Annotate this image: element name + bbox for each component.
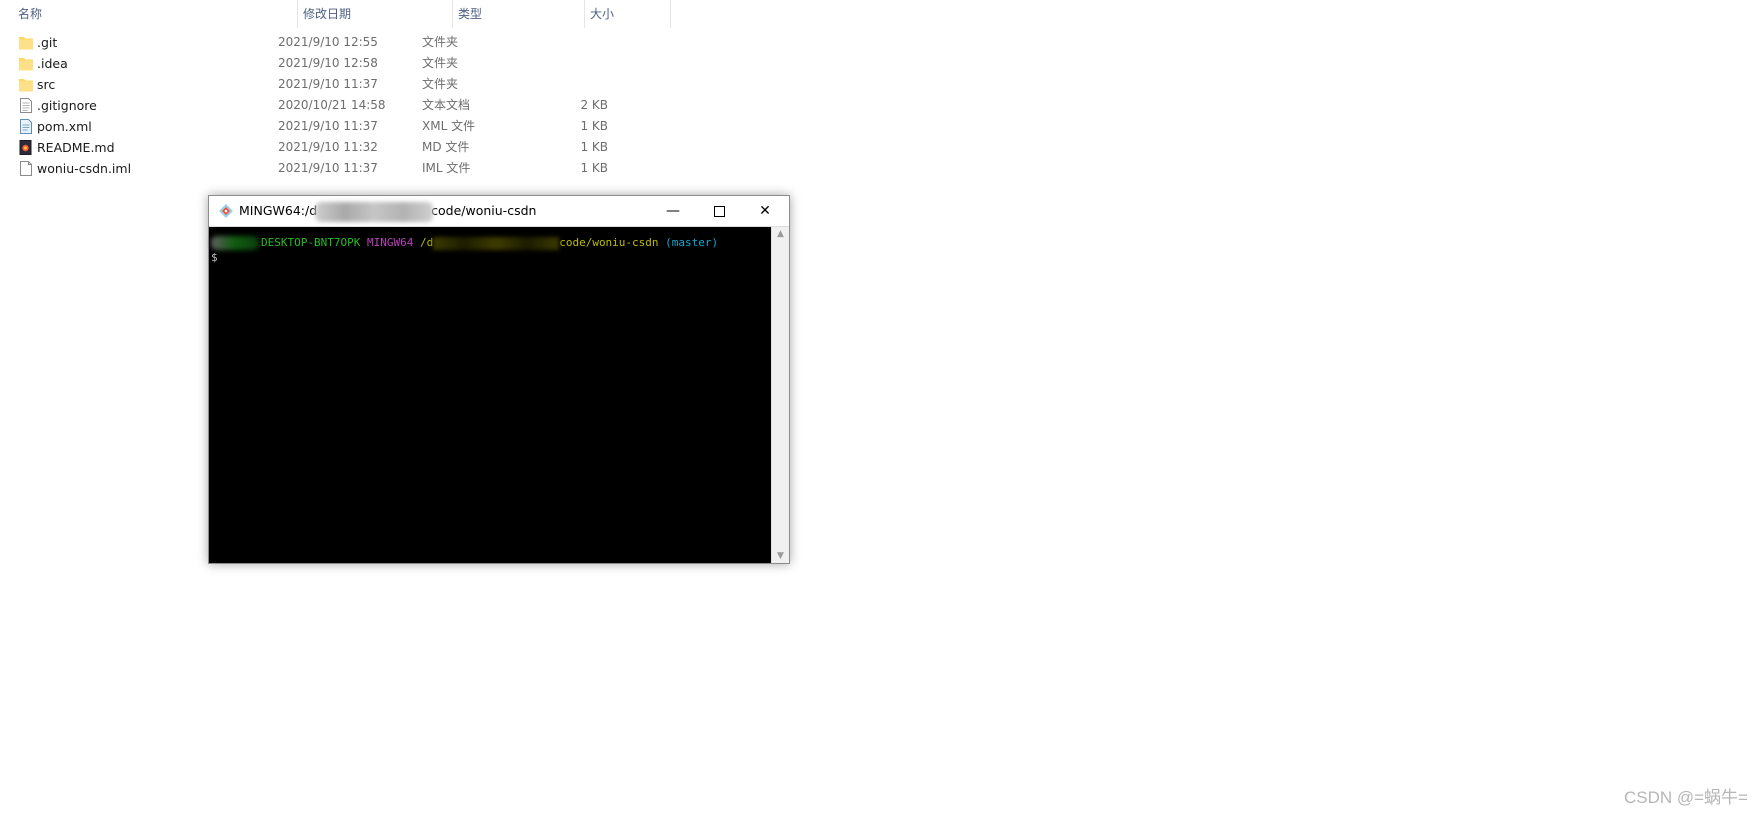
file-size: 1 KB bbox=[580, 119, 608, 133]
file-name: README.md bbox=[37, 140, 115, 155]
file-size bbox=[540, 74, 608, 95]
scroll-down-icon[interactable]: ▼ bbox=[772, 551, 789, 561]
xml-file-icon bbox=[20, 119, 32, 134]
column-type-header[interactable]: 类型 bbox=[452, 0, 584, 28]
folder-icon bbox=[19, 37, 33, 50]
file-name: .gitignore bbox=[37, 98, 97, 113]
file-size: 1 KB bbox=[580, 161, 608, 175]
close-icon: ✕ bbox=[759, 203, 771, 219]
file-type: 文件夹 bbox=[422, 77, 459, 91]
file-modified: 2021/9/10 11:32 bbox=[278, 140, 378, 154]
column-divider[interactable] bbox=[670, 0, 671, 28]
file-modified: 2021/9/10 11:37 bbox=[278, 119, 378, 133]
minimize-icon: — bbox=[666, 203, 680, 219]
file-row[interactable]: src 2021/9/10 11:37 文件夹 bbox=[0, 74, 620, 95]
file-row[interactable]: README.md 2021/9/10 11:32 MD 文件 1 KB bbox=[0, 137, 620, 158]
file-size bbox=[540, 32, 608, 53]
column-name-header[interactable]: 名称 bbox=[12, 0, 297, 28]
maximize-button[interactable] bbox=[696, 196, 742, 226]
git-bash-icon bbox=[219, 204, 233, 218]
title-suffix: code/woniu-csdn bbox=[431, 203, 537, 218]
column-header: 名称 ^ 修改日期 类型 大小 bbox=[0, 0, 671, 28]
redacted-path bbox=[433, 236, 560, 250]
file-row[interactable]: .gitignore 2020/10/21 14:58 文本文档 2 KB bbox=[0, 95, 620, 116]
prompt-env: MINGW64 bbox=[366, 236, 414, 249]
file-type: IML 文件 bbox=[422, 161, 471, 175]
prompt-host: DESKTOP-BNT7OPK bbox=[261, 236, 361, 249]
prompt-symbol: $ bbox=[211, 251, 218, 264]
file-size bbox=[540, 53, 608, 74]
file-name: .idea bbox=[37, 56, 68, 71]
file-type: MD 文件 bbox=[422, 140, 470, 154]
scroll-up-icon[interactable]: ▲ bbox=[772, 229, 789, 239]
file-modified: 2020/10/21 14:58 bbox=[278, 98, 386, 112]
watermark: CSDN @=蜗牛= bbox=[1623, 788, 1748, 807]
minimize-button[interactable]: — bbox=[650, 196, 696, 226]
column-size-header[interactable]: 大小 bbox=[584, 0, 670, 28]
maximize-icon bbox=[713, 205, 725, 217]
folder-icon bbox=[19, 79, 33, 92]
title-prefix: MINGW64:/d bbox=[239, 203, 318, 218]
file-name: woniu-csdn.iml bbox=[37, 161, 132, 176]
redacted-user bbox=[211, 236, 259, 250]
file-modified: 2021/9/10 11:37 bbox=[278, 161, 378, 175]
sort-ascending-icon: ^ bbox=[137, 0, 147, 5]
file-modified: 2021/9/10 12:55 bbox=[278, 35, 378, 49]
text-file-icon bbox=[20, 98, 32, 113]
file-size: 2 KB bbox=[580, 98, 608, 112]
file-size: 1 KB bbox=[580, 140, 608, 154]
markdown-file-icon bbox=[19, 140, 32, 155]
file-name: pom.xml bbox=[37, 119, 92, 134]
redacted-path bbox=[315, 201, 434, 222]
file-modified: 2021/9/10 12:58 bbox=[278, 56, 378, 70]
file-type: 文件夹 bbox=[422, 35, 459, 49]
file-name: .git bbox=[37, 35, 58, 50]
file-type: XML 文件 bbox=[422, 119, 476, 133]
blank-file-icon bbox=[20, 161, 32, 176]
window-title: MINGW64:/d code/woniu-csdn bbox=[239, 196, 536, 226]
prompt-path: /d code/woniu-csdn bbox=[419, 236, 659, 250]
terminal-console[interactable]: DESKTOP-BNT7OPK MINGW64 /d code/woniu-csd… bbox=[209, 227, 771, 563]
prompt-line: DESKTOP-BNT7OPK MINGW64 /d code/woniu-csd… bbox=[211, 236, 718, 250]
close-button[interactable]: ✕ bbox=[742, 196, 788, 226]
file-row[interactable]: .git 2021/9/10 12:55 文件夹 bbox=[0, 32, 620, 53]
window-titlebar[interactable]: MINGW64:/d code/woniu-csdn — ✕ bbox=[209, 196, 789, 227]
file-modified: 2021/9/10 11:37 bbox=[278, 77, 378, 91]
file-row[interactable]: woniu-csdn.iml 2021/9/10 11:37 IML 文件 1 … bbox=[0, 158, 620, 179]
file-name: src bbox=[37, 77, 56, 92]
terminal-scrollbar[interactable]: ▲ ▼ bbox=[771, 227, 789, 563]
file-row[interactable]: pom.xml 2021/9/10 11:37 XML 文件 1 KB bbox=[0, 116, 620, 137]
file-type: 文本文档 bbox=[422, 98, 471, 112]
prompt-branch: (master) bbox=[665, 236, 719, 249]
file-type: 文件夹 bbox=[422, 56, 459, 70]
file-row[interactable]: .idea 2021/9/10 12:58 文件夹 bbox=[0, 53, 620, 74]
column-modified-header[interactable]: 修改日期 bbox=[297, 0, 452, 28]
file-list: .git 2021/9/10 12:55 文件夹 .idea 2021/9/10… bbox=[0, 32, 620, 179]
git-bash-window[interactable]: MINGW64:/d code/woniu-csdn — ✕ DESKTOP-BN… bbox=[208, 195, 790, 564]
folder-icon bbox=[19, 58, 33, 71]
